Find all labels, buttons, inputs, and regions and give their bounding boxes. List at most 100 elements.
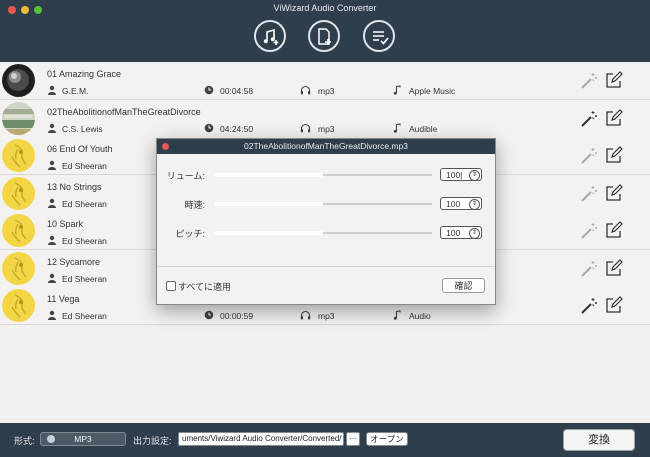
effects-wand-icon[interactable] xyxy=(580,260,598,278)
slider-fill xyxy=(214,173,323,177)
dialog-title-bar: 02TheAbolitionofManTheGreatDivorce.mp3 xyxy=(157,139,495,154)
album-cover xyxy=(2,176,35,210)
effects-wand-icon[interactable] xyxy=(580,110,598,128)
track-title: 01 Amazing Grace xyxy=(47,69,122,79)
effects-wand-icon[interactable] xyxy=(580,72,598,90)
track-row[interactable]: 02TheAbolitionofManTheGreatDivorce C.S. L… xyxy=(0,99,650,138)
album-cover xyxy=(2,289,35,322)
track-source: Apple Music xyxy=(409,86,456,96)
track-title: 11 Vega xyxy=(47,294,80,304)
stepper-arrows-icon[interactable]: ⇕ xyxy=(469,199,480,210)
effects-wand-icon[interactable] xyxy=(580,185,598,203)
headphones-icon xyxy=(300,85,311,95)
album-cover xyxy=(2,251,35,285)
effects-wand-icon[interactable] xyxy=(580,297,598,315)
value-stepper-field[interactable]: 100 ⇕ xyxy=(440,226,482,239)
person-icon xyxy=(47,123,57,133)
convert-button[interactable]: 変換 xyxy=(563,429,635,451)
window-title: ViWizard Audio Converter xyxy=(273,3,377,13)
edit-tags-icon[interactable] xyxy=(605,146,623,164)
converted-list-button[interactable] xyxy=(363,20,395,52)
slider-fill xyxy=(214,202,323,206)
track-duration: 04:24:50 xyxy=(220,123,254,134)
apply-all-label: すべてに適用 xyxy=(178,282,232,292)
title-bar: ViWizard Audio Converter xyxy=(0,0,650,62)
output-label: 出力設定: xyxy=(133,436,172,446)
clock-icon xyxy=(204,123,214,133)
slider-track[interactable] xyxy=(214,173,432,177)
slider-fill xyxy=(214,231,323,235)
track-artist: G.E.M. xyxy=(62,86,89,96)
edit-tags-icon[interactable] xyxy=(605,71,623,89)
value-stepper-field[interactable]: 100| ⇕ xyxy=(440,168,482,181)
track-artist: Ed Sheeran xyxy=(62,311,107,321)
open-folder-button[interactable]: オープン xyxy=(366,432,408,446)
person-icon xyxy=(47,310,57,320)
clock-icon xyxy=(204,310,214,320)
music-note-icon xyxy=(392,85,402,95)
slider-label: 時速: xyxy=(184,200,205,210)
person-icon xyxy=(47,273,57,283)
slider-label: ピッチ: xyxy=(175,229,205,239)
person-icon xyxy=(47,235,57,245)
effects-wand-icon[interactable] xyxy=(580,222,598,240)
stepper-arrows-icon[interactable]: ⇕ xyxy=(469,170,480,181)
track-title: 12 Sycamore xyxy=(47,256,101,267)
format-value: MP3 xyxy=(74,434,92,444)
track-artist: Ed Sheeran xyxy=(62,236,107,246)
add-music-button[interactable] xyxy=(254,20,286,52)
music-note-icon xyxy=(392,122,402,133)
bottom-bar: 形式: MP3 出力設定: uments/Viwizard Audio Conv… xyxy=(0,423,650,457)
person-icon xyxy=(47,198,57,208)
slider-label: リューム: xyxy=(166,171,205,181)
clock-icon xyxy=(204,85,214,95)
edit-tags-icon[interactable] xyxy=(605,183,623,202)
track-source: Audio xyxy=(409,311,431,321)
stepper-value: 100| xyxy=(446,170,463,180)
add-file-button[interactable] xyxy=(308,20,340,52)
track-format: mp3 xyxy=(318,311,335,321)
track-duration: 00:04:58 xyxy=(220,86,254,96)
audio-settings-dialog: 02TheAbolitionofManTheGreatDivorce.mp3 リ… xyxy=(156,138,496,305)
dialog-close-button[interactable] xyxy=(162,143,169,150)
slider-track[interactable] xyxy=(214,231,432,235)
track-title: 02TheAbolitionofManTheGreatDivorce xyxy=(47,106,201,117)
add-file-icon xyxy=(318,28,331,45)
apply-all-checkbox[interactable] xyxy=(166,281,176,291)
dialog-title: 02TheAbolitionofManTheGreatDivorce.mp3 xyxy=(244,141,408,151)
edit-tags-icon[interactable] xyxy=(605,296,623,314)
track-title: 10 Spark xyxy=(47,219,84,229)
track-title: 06 End Of Youth xyxy=(47,144,113,154)
add-music-icon xyxy=(263,28,279,45)
person-icon xyxy=(47,160,57,170)
headphones-icon xyxy=(300,310,311,320)
person-icon xyxy=(47,85,57,95)
edit-tags-icon[interactable] xyxy=(605,108,623,127)
track-artist: Ed Sheeran xyxy=(62,273,107,284)
format-select[interactable]: MP3 xyxy=(40,432,126,446)
browse-button[interactable]: ··· xyxy=(346,432,360,446)
divider xyxy=(157,266,495,267)
edit-tags-icon[interactable] xyxy=(605,221,623,239)
output-path-field[interactable]: uments/Viwizard Audio Converter/Converte… xyxy=(178,432,344,446)
format-label: 形式: xyxy=(14,436,35,446)
album-cover xyxy=(2,139,35,172)
effects-wand-icon[interactable] xyxy=(580,147,598,165)
track-artist: Ed Sheeran xyxy=(62,198,107,209)
track-format: mp3 xyxy=(318,86,335,96)
track-title: 13 No Strings xyxy=(47,181,102,192)
converted-list-icon xyxy=(373,31,389,45)
stepper-value: 100 xyxy=(446,228,461,238)
edit-tags-icon[interactable] xyxy=(605,258,623,277)
confirm-button[interactable]: 確認 xyxy=(442,278,485,293)
stepper-arrows-icon[interactable]: ⇕ xyxy=(469,228,480,239)
headphones-icon xyxy=(300,123,311,133)
music-note-icon xyxy=(392,310,402,320)
track-row[interactable]: 01 Amazing Grace G.E.M. 00:04:58 mp3 Apple M… xyxy=(0,62,650,100)
value-stepper-field[interactable]: 100 ⇕ xyxy=(440,197,482,210)
album-cover xyxy=(2,64,35,97)
track-source: Audible xyxy=(409,123,438,134)
album-cover xyxy=(2,214,35,247)
track-duration: 00:00:59 xyxy=(220,311,254,321)
slider-track[interactable] xyxy=(214,202,432,206)
